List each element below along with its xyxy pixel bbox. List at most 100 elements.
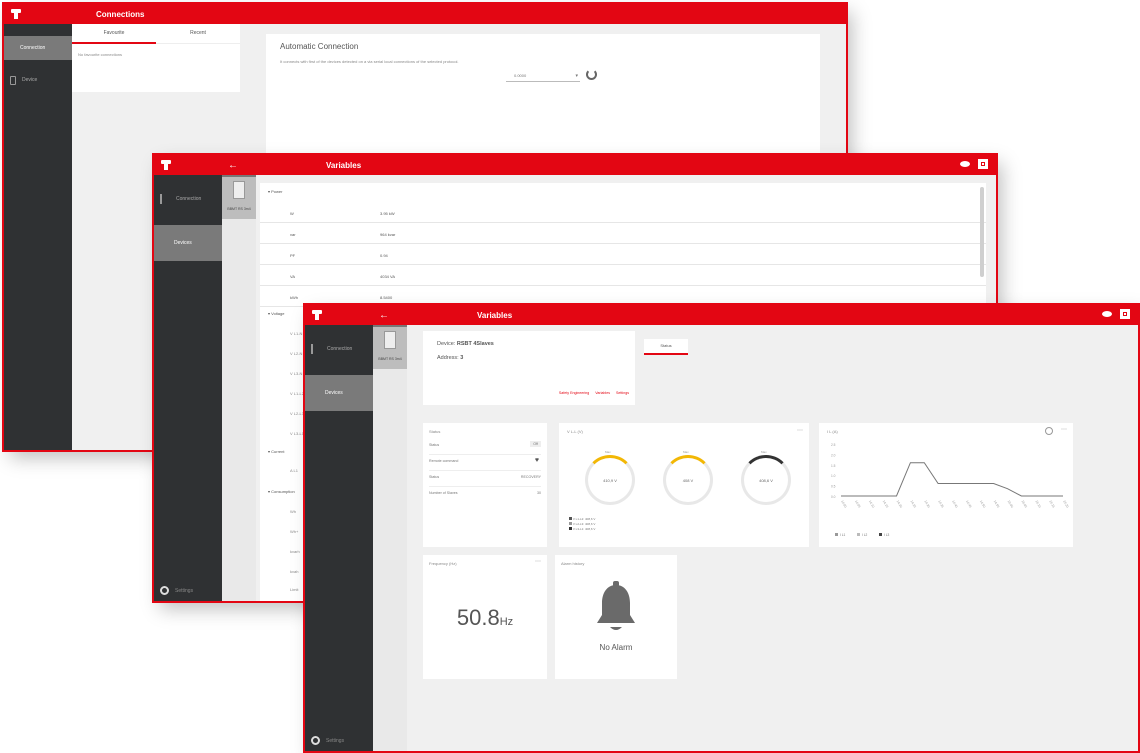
table-row: kWh 8.5400 xyxy=(260,287,986,307)
menu-icon[interactable] xyxy=(978,159,988,169)
device-icon xyxy=(10,75,16,85)
legend-item: V L3-L1: 408,6 V xyxy=(569,527,595,532)
sidebar-item-connection[interactable]: Connection xyxy=(305,337,373,361)
sidebar-item-connection[interactable]: Connection xyxy=(154,187,222,211)
gauge-top-label: Max xyxy=(761,450,767,454)
window-title: Variables xyxy=(326,160,362,170)
gear-icon xyxy=(311,736,320,745)
gauge-top-label: Max xyxy=(683,450,689,454)
device-tile[interactable]: BBMT RS 3m4 xyxy=(222,175,256,219)
tab-favourite[interactable]: Favourite xyxy=(72,24,156,44)
table-row: Limit xyxy=(290,587,299,592)
empty-message: No favourite connections xyxy=(78,52,123,57)
tab-status[interactable]: Status xyxy=(644,339,688,355)
x-tick-label: 14:05 xyxy=(854,500,862,509)
status-value: Off xyxy=(530,441,541,447)
settings-link[interactable]: Settings xyxy=(311,736,344,745)
current-chart-card: I L (A) ⋯ 2.5 2.0 1.5 1.0 0.5 0.0 14:00 14:05 14… xyxy=(819,423,1073,547)
frequency-readout: 50.8Hz xyxy=(423,605,547,631)
card-title: V L-L (V) xyxy=(567,429,583,434)
sidebar: Connection Devices Settings xyxy=(154,175,222,601)
group-consumption[interactable]: ▾ Consumption xyxy=(268,489,295,494)
sidebar-item-connection[interactable]: Connection xyxy=(4,36,72,60)
variable-name: VA xyxy=(290,274,296,279)
table-row: Wh+ xyxy=(290,529,299,534)
scrollbar[interactable] xyxy=(980,187,984,277)
card-title: Alarm history xyxy=(561,561,585,566)
settings-label: Settings xyxy=(175,587,194,594)
device-list: BBMT RS 3m4 xyxy=(373,325,407,751)
alarm-card: Alarm history No Alarm xyxy=(555,555,677,679)
sidebar-item-devices[interactable]: Devices xyxy=(154,225,222,261)
logo-icon xyxy=(311,309,325,321)
current-chart: 2.5 2.0 1.5 1.0 0.5 0.0 14:00 14:05 14:10 14:15 14… xyxy=(831,443,1070,537)
sidebar-item-label: Connection xyxy=(20,45,46,51)
legend-swatch xyxy=(835,533,838,536)
protocol-select-value: 0.0000 xyxy=(514,73,527,78)
link-safety-engineering[interactable]: Safety Engineering xyxy=(559,391,589,395)
status-row: Status Off xyxy=(429,441,541,455)
x-tick-label: 14:25 xyxy=(910,500,918,509)
link-settings[interactable]: Settings xyxy=(616,391,629,395)
status-row: Number of Slaves 30 xyxy=(429,491,541,503)
device-tile-label: BBMT RS 3m4 xyxy=(378,357,402,361)
address-line: Address: 3 xyxy=(437,355,463,361)
more-icon[interactable]: ⋯ xyxy=(797,427,803,434)
y-tick-label: 2.0 xyxy=(831,453,836,457)
back-arrow-icon[interactable]: ← xyxy=(379,310,389,321)
settings-link[interactable]: Settings xyxy=(160,586,193,595)
sidebar-item-label: Connection xyxy=(327,346,353,352)
group-label: Consumption xyxy=(271,489,295,494)
frequency-value: 50.8 xyxy=(456,605,500,630)
device-tile[interactable]: BBMT RS 3m4 xyxy=(373,325,407,369)
gear-icon xyxy=(160,586,169,595)
y-tick-label: 1.0 xyxy=(831,474,836,478)
x-tick-label: 14:45 xyxy=(965,500,973,509)
status-value: RECOVERY xyxy=(520,475,541,479)
chevron-down-icon: ▾ xyxy=(575,73,578,79)
x-tick-label: 15:10 xyxy=(1034,500,1042,509)
x-tick-label: 14:35 xyxy=(937,500,945,509)
address-value: 3 xyxy=(460,355,464,361)
status-row: Status RECOVERY xyxy=(429,475,541,487)
protocol-select[interactable]: 0.0000 ▾ xyxy=(506,70,580,82)
refresh-icon[interactable] xyxy=(586,69,597,80)
device-label: Device: xyxy=(437,341,456,347)
group-voltage[interactable]: ▾ Voltage xyxy=(268,311,284,316)
table-row: V L3-L1 xyxy=(290,431,305,436)
window-title: Variables xyxy=(477,310,513,320)
x-tick-label: 14:20 xyxy=(896,500,904,509)
x-tick-label: 14:00 xyxy=(840,500,848,509)
variable-value: 964 kvar xyxy=(380,232,396,237)
sidebar-item-device[interactable]: Device xyxy=(4,68,72,92)
auto-connection-description: It connects with first of the devices de… xyxy=(280,59,459,64)
x-tick-label: 15:00 xyxy=(1007,500,1015,509)
eye-icon[interactable] xyxy=(1102,311,1112,317)
variable-value: 4034 VA xyxy=(380,274,396,279)
legend-swatch xyxy=(879,533,882,536)
tab-recent[interactable]: Recent xyxy=(156,24,240,44)
back-arrow-icon[interactable]: ← xyxy=(228,160,238,171)
no-alarm-text: No Alarm xyxy=(599,643,633,652)
logo-icon xyxy=(160,159,174,171)
y-tick-label: 2.5 xyxy=(831,443,836,447)
sidebar-item-devices[interactable]: Devices xyxy=(305,375,373,411)
title-actions xyxy=(1102,309,1130,319)
eye-icon[interactable] xyxy=(960,161,970,167)
group-label: Power xyxy=(271,189,283,194)
device-tile-label: BBMT RS 3m4 xyxy=(227,207,251,211)
menu-icon[interactable] xyxy=(1120,309,1130,319)
more-icon[interactable]: ⋯ xyxy=(535,558,541,565)
group-current[interactable]: ▾ Current xyxy=(268,449,284,454)
table-row: VA 4034 VA xyxy=(260,266,986,286)
group-power[interactable]: ▾ Power xyxy=(268,189,282,194)
table-row: kvarh xyxy=(290,549,300,554)
gauge: 408 V xyxy=(663,455,713,505)
device-list: BBMT RS 3m4 xyxy=(222,175,256,601)
link-variables[interactable]: Variables xyxy=(595,391,610,395)
table-row: var 964 kvar xyxy=(260,224,986,244)
device-icon xyxy=(384,331,396,349)
title-actions xyxy=(960,159,988,169)
table-row: V L1-L2 xyxy=(290,391,305,396)
status-key: Remote command xyxy=(429,459,459,463)
